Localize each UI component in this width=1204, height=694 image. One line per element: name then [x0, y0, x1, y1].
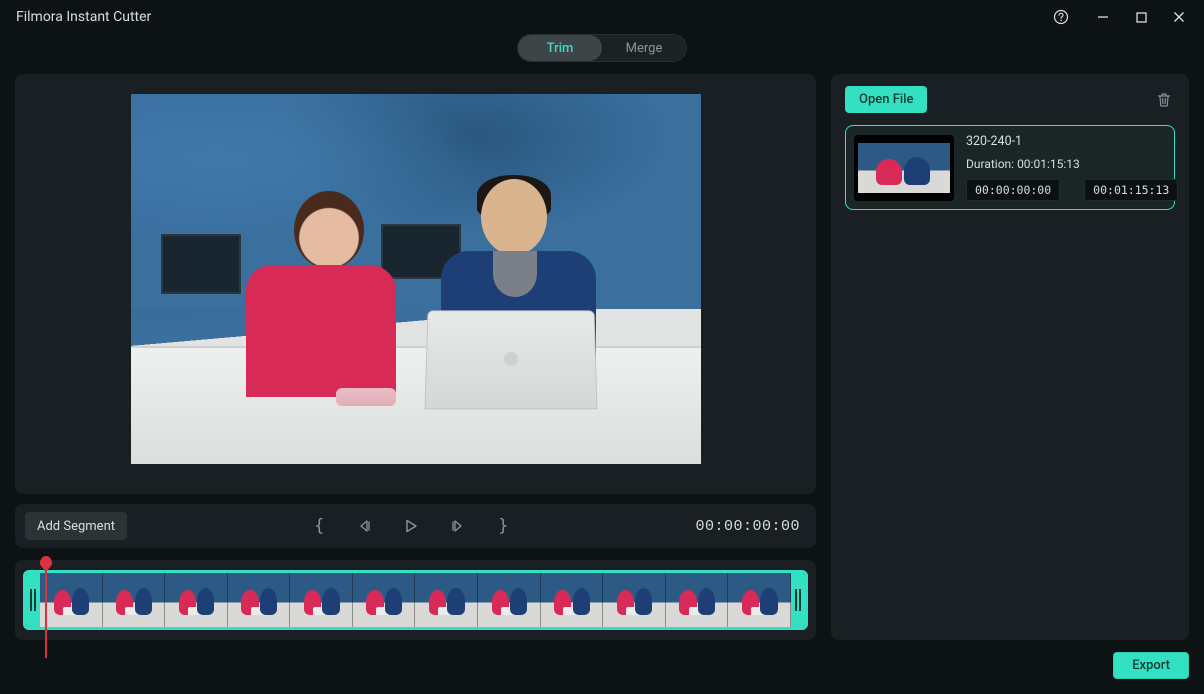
- close-button[interactable]: [1162, 3, 1196, 31]
- export-button[interactable]: Export: [1113, 652, 1189, 679]
- prev-frame-button[interactable]: [356, 517, 374, 535]
- clip-timecode-row: 00:00:00:00 00:01:15:13: [966, 179, 1178, 201]
- minimize-button[interactable]: [1086, 3, 1120, 31]
- play-button[interactable]: [402, 517, 420, 535]
- filmstrip-thumb: [728, 573, 791, 627]
- trim-handle-left[interactable]: [26, 573, 40, 627]
- filmstrip: [40, 573, 791, 627]
- filmstrip-thumb: [228, 573, 291, 627]
- mark-out-button[interactable]: }: [494, 517, 512, 535]
- right-column: Open File 320-240-1: [831, 74, 1189, 640]
- prev-frame-icon: [358, 519, 372, 533]
- mode-tabs: Trim Merge: [517, 34, 687, 62]
- mode-tabs-container: Trim Merge: [0, 34, 1204, 74]
- open-file-button[interactable]: Open File: [845, 86, 927, 113]
- maximize-button[interactable]: [1124, 3, 1158, 31]
- left-column: Add Segment { } 00:00:00:00: [15, 74, 816, 640]
- clip-duration: Duration: 00:01:15:13: [966, 157, 1178, 171]
- clips-list: 320-240-1 Duration: 00:01:15:13 00:00:00…: [831, 125, 1189, 640]
- titlebar: Filmora Instant Cutter: [0, 0, 1204, 34]
- filmstrip-thumb: [103, 573, 166, 627]
- maximize-icon: [1136, 12, 1147, 23]
- trim-handle-right[interactable]: [791, 573, 805, 627]
- footer: Export: [0, 652, 1204, 694]
- clip-info: 320-240-1 Duration: 00:01:15:13 00:00:00…: [966, 134, 1178, 201]
- app-window: Filmora Instant Cutter Trim Merge: [0, 0, 1204, 694]
- help-icon: [1053, 9, 1069, 25]
- delete-button[interactable]: [1153, 89, 1175, 111]
- help-button[interactable]: [1044, 3, 1078, 31]
- content-row: Add Segment { } 00:00:00:00: [0, 74, 1204, 652]
- timeline[interactable]: [15, 560, 816, 640]
- tab-trim[interactable]: Trim: [518, 35, 602, 61]
- clip-name: 320-240-1: [966, 134, 1178, 149]
- next-frame-icon: [450, 519, 464, 533]
- clip-thumbnail: [854, 135, 954, 201]
- video-preview[interactable]: [15, 74, 816, 494]
- trash-icon: [1156, 92, 1172, 108]
- window-controls: [1044, 3, 1196, 31]
- sidebar-header: Open File: [831, 74, 1189, 125]
- filmstrip-thumb: [541, 573, 604, 627]
- clip-duration-label: Duration:: [966, 157, 1014, 171]
- play-icon: [403, 518, 419, 534]
- current-timecode: 00:00:00:00: [695, 518, 800, 535]
- filmstrip-thumb: [603, 573, 666, 627]
- filmstrip-thumb: [40, 573, 103, 627]
- add-segment-button[interactable]: Add Segment: [25, 512, 127, 540]
- filmstrip-thumb: [353, 573, 416, 627]
- clip-card[interactable]: 320-240-1 Duration: 00:01:15:13 00:00:00…: [845, 125, 1175, 210]
- filmstrip-thumb: [666, 573, 729, 627]
- clip-duration-value: 00:01:15:13: [1017, 157, 1080, 171]
- clip-in-timecode[interactable]: 00:00:00:00: [966, 179, 1060, 201]
- tab-merge[interactable]: Merge: [602, 35, 686, 61]
- filmstrip-thumb: [415, 573, 478, 627]
- filmstrip-thumb: [478, 573, 541, 627]
- timeline-clip[interactable]: [23, 570, 808, 630]
- video-frame: [131, 94, 701, 464]
- playback-controls: { }: [135, 517, 687, 535]
- next-frame-button[interactable]: [448, 517, 466, 535]
- playback-control-bar: Add Segment { } 00:00:00:00: [15, 504, 816, 548]
- app-title: Filmora Instant Cutter: [16, 9, 151, 25]
- close-icon: [1173, 11, 1185, 23]
- filmstrip-thumb: [290, 573, 353, 627]
- playhead[interactable]: [45, 552, 46, 658]
- minimize-icon: [1097, 11, 1109, 23]
- mark-in-button[interactable]: {: [310, 517, 328, 535]
- filmstrip-thumb: [165, 573, 228, 627]
- clip-out-timecode[interactable]: 00:01:15:13: [1084, 179, 1178, 201]
